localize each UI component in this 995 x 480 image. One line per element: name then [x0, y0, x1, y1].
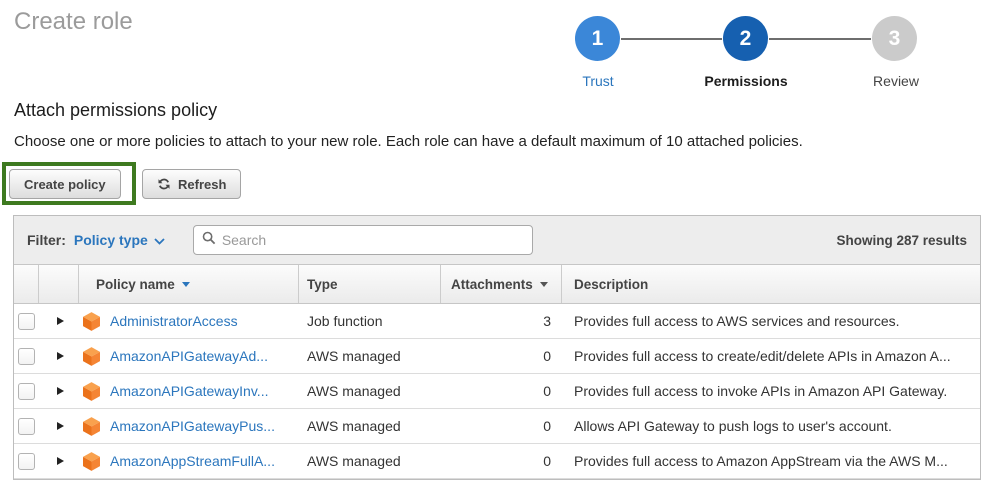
section-description: Choose one or more policies to attach to… — [14, 133, 803, 150]
policy-name-cell: AmazonAPIGatewayInv... — [79, 374, 299, 408]
table-body: AdministratorAccess Job function 3 Provi… — [14, 304, 980, 479]
table-header: Policy name Type Attachments Description — [14, 265, 980, 304]
policy-attachments-cell: 0 — [441, 444, 562, 478]
row-checkbox-cell — [14, 339, 39, 373]
step-1-trust-label[interactable]: Trust — [538, 73, 658, 89]
policy-cube-icon — [83, 417, 100, 436]
policy-attachments-cell: 3 — [441, 304, 562, 338]
results-count: Showing 287 results — [836, 233, 967, 248]
policy-attachments-cell: 0 — [441, 409, 562, 443]
policy-name-link[interactable]: AmazonAPIGatewayInv... — [110, 383, 268, 399]
policy-description-cell: Provides full access to invoke APIs in A… — [562, 374, 980, 408]
policy-name-cell: AmazonAppStreamFullA... — [79, 444, 299, 478]
policy-type-cell: Job function — [299, 304, 441, 338]
table-row: AmazonAPIGatewayInv... AWS managed 0 Pro… — [14, 374, 980, 409]
policy-name-link[interactable]: AdministratorAccess — [110, 313, 238, 329]
policy-name-link[interactable]: AmazonAppStreamFullA... — [110, 453, 275, 469]
refresh-icon — [157, 177, 171, 191]
policy-attachments-cell: 0 — [441, 339, 562, 373]
refresh-button[interactable]: Refresh — [142, 169, 241, 199]
table-row: AmazonAppStreamFullA... AWS managed 0 Pr… — [14, 444, 980, 479]
section-title: Attach permissions policy — [14, 100, 217, 121]
row-checkbox-cell — [14, 409, 39, 443]
page-title: Create role — [14, 8, 133, 36]
expand-row-icon[interactable] — [57, 317, 64, 325]
search-input[interactable] — [222, 232, 524, 248]
column-header-attachments[interactable]: Attachments — [441, 265, 562, 303]
policy-type-cell: AWS managed — [299, 339, 441, 373]
policy-cube-icon — [83, 382, 100, 401]
attachments-header-label: Attachments — [451, 277, 533, 292]
step-connector — [769, 38, 871, 40]
policies-table: Filter: Policy type Showing 287 results … — [13, 215, 981, 480]
chevron-down-icon — [154, 232, 165, 248]
step-1-trust-circle[interactable]: 1 — [575, 16, 620, 61]
row-checkbox-cell — [14, 374, 39, 408]
type-header-label: Type — [307, 277, 338, 292]
row-checkbox-cell — [14, 444, 39, 478]
row-expand-cell — [39, 409, 79, 443]
column-header-policy-name[interactable]: Policy name — [79, 265, 299, 303]
refresh-button-label: Refresh — [178, 177, 226, 192]
policy-name-link[interactable]: AmazonAPIGatewayAd... — [110, 348, 268, 364]
policy-cube-icon — [83, 452, 100, 471]
policy-description-cell: Provides full access to Amazon AppStream… — [562, 444, 980, 478]
policy-description-cell: Provides full access to create/edit/dele… — [562, 339, 980, 373]
policy-type-cell: AWS managed — [299, 444, 441, 478]
table-row: AdministratorAccess Job function 3 Provi… — [14, 304, 980, 339]
expand-row-icon[interactable] — [57, 457, 64, 465]
expand-row-icon[interactable] — [57, 352, 64, 360]
column-header-type[interactable]: Type — [299, 265, 441, 303]
policy-name-cell: AmazonAPIGatewayAd... — [79, 339, 299, 373]
row-checkbox[interactable] — [18, 418, 35, 435]
table-row: AmazonAPIGatewayPus... AWS managed 0 All… — [14, 409, 980, 444]
search-box[interactable] — [193, 225, 533, 255]
expand-row-icon[interactable] — [57, 387, 64, 395]
row-checkbox[interactable] — [18, 348, 35, 365]
description-header-label: Description — [574, 277, 648, 292]
row-checkbox[interactable] — [18, 313, 35, 330]
policy-type-cell: AWS managed — [299, 409, 441, 443]
row-expand-cell — [39, 339, 79, 373]
policy-name-cell: AdministratorAccess — [79, 304, 299, 338]
step-2-permissions-circle[interactable]: 2 — [723, 16, 768, 61]
sort-desc-icon — [182, 282, 190, 287]
policy-name-link[interactable]: AmazonAPIGatewayPus... — [110, 418, 275, 434]
policy-description-cell: Provides full access to AWS services and… — [562, 304, 980, 338]
step-3-review-label: Review — [836, 73, 956, 89]
policy-cube-icon — [83, 312, 100, 331]
policy-name-header-label: Policy name — [96, 277, 175, 292]
filter-bar: Filter: Policy type Showing 287 results — [14, 216, 980, 265]
policy-type-filter-label: Policy type — [74, 232, 148, 248]
column-header-description[interactable]: Description — [562, 265, 980, 303]
create-role-page: Create role 1 2 3 Trust Permissions Revi… — [0, 0, 995, 480]
step-3-review-circle: 3 — [872, 16, 917, 61]
table-row: AmazonAPIGatewayAd... AWS managed 0 Prov… — [14, 339, 980, 374]
policy-cube-icon — [83, 347, 100, 366]
row-checkbox-cell — [14, 304, 39, 338]
policy-type-filter-dropdown[interactable]: Policy type — [74, 232, 165, 248]
step-2-permissions-label: Permissions — [686, 73, 806, 89]
policy-description-cell: Allows API Gateway to push logs to user'… — [562, 409, 980, 443]
expand-row-icon[interactable] — [57, 422, 64, 430]
policy-name-cell: AmazonAPIGatewayPus... — [79, 409, 299, 443]
header-expand-column — [39, 265, 79, 303]
step-connector — [621, 38, 722, 40]
row-checkbox[interactable] — [18, 453, 35, 470]
row-expand-cell — [39, 304, 79, 338]
search-icon — [202, 231, 216, 250]
header-checkbox-column — [14, 265, 39, 303]
create-policy-button[interactable]: Create policy — [9, 169, 121, 199]
policy-type-cell: AWS managed — [299, 374, 441, 408]
sort-desc-icon — [540, 282, 548, 287]
filter-label: Filter: — [27, 232, 66, 248]
row-expand-cell — [39, 374, 79, 408]
row-checkbox[interactable] — [18, 383, 35, 400]
row-expand-cell — [39, 444, 79, 478]
policy-attachments-cell: 0 — [441, 374, 562, 408]
